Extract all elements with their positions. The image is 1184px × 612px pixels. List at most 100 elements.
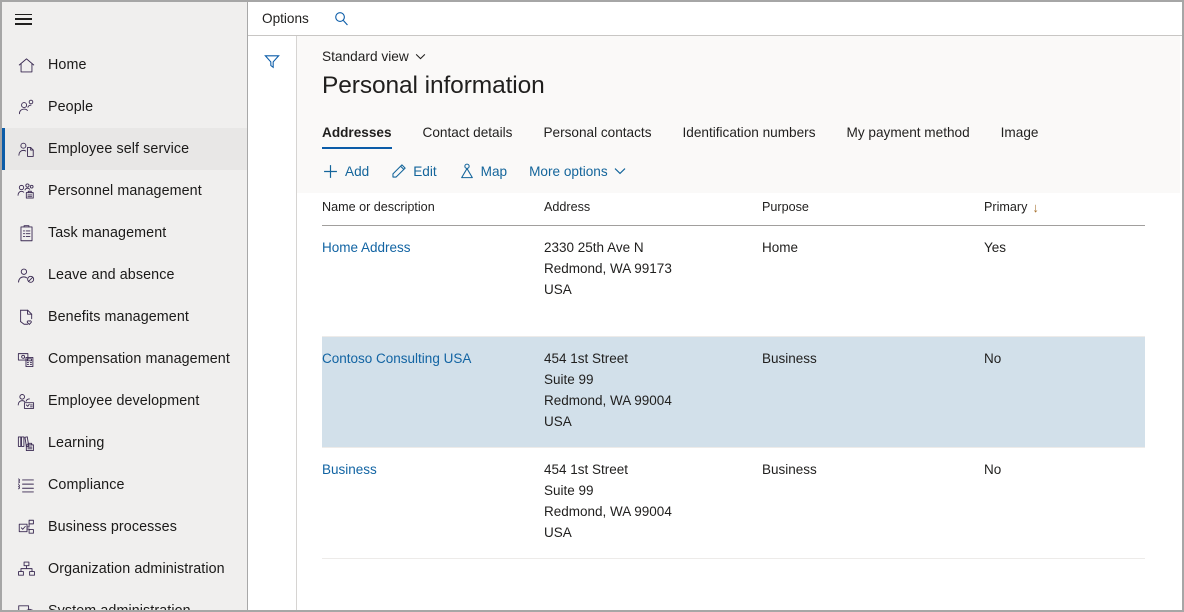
sidebar-item-label: Personnel management: [48, 183, 202, 199]
table-row[interactable]: Home Address 2330 25th Ave N Redmond, WA 9…: [322, 226, 1145, 337]
address-name-link[interactable]: Contoso Consulting USA: [322, 351, 471, 366]
plus-icon: [322, 163, 339, 180]
cell-name: Business: [322, 459, 544, 558]
sidebar-item-label: Compliance: [48, 477, 125, 493]
sidebar-item-learning[interactable]: Learning: [2, 422, 247, 464]
cell-name: Home Address: [322, 237, 544, 336]
grid-body: Home Address 2330 25th Ave N Redmond, WA 9…: [322, 226, 1145, 559]
address-line: Redmond, WA 99173: [544, 261, 672, 276]
sidebar-item-label: Organization administration: [48, 561, 225, 577]
address-line: USA: [544, 414, 572, 429]
sidebar-item-label: Task management: [48, 225, 167, 241]
filter-funnel-icon[interactable]: [263, 52, 281, 610]
chevron-down-icon: [614, 167, 626, 175]
hamburger-menu-icon: [15, 13, 32, 25]
view-selector-label: Standard view: [322, 49, 409, 64]
tab-contact-details[interactable]: Contact details: [423, 125, 513, 149]
sidebar-item-leave-and-absence[interactable]: Leave and absence: [2, 254, 247, 296]
address-line: Redmond, WA 99004: [544, 504, 672, 519]
sidebar-item-label: System administration: [48, 603, 191, 610]
toolbar-button-label: More options: [529, 163, 608, 179]
command-bar: Options: [248, 2, 1182, 36]
tab-my-payment-method[interactable]: My payment method: [847, 125, 970, 149]
sidebar-item-employee-self-service[interactable]: Employee self service: [2, 128, 247, 170]
grid-column-header[interactable]: Name or description: [322, 200, 544, 214]
table-row[interactable]: Business 454 1st Street Suite 99 Redmond, W…: [322, 448, 1145, 559]
view-selector[interactable]: Standard view: [322, 49, 426, 64]
more-options-button[interactable]: More options: [529, 164, 626, 179]
page-title: Personal information: [322, 72, 545, 99]
grid-column-header[interactable]: Purpose: [762, 200, 984, 214]
table-row[interactable]: Contoso Consulting USA 454 1st Street Suit…: [322, 337, 1145, 448]
sidebar-item-label: Employee development: [48, 393, 200, 409]
toolbar-button-label: Map: [480, 163, 508, 179]
navigation-sidebar: Home People Employee self service Personnel…: [2, 2, 248, 610]
chevron-down-icon: [415, 53, 426, 60]
address-name-link[interactable]: Home Address: [322, 240, 411, 255]
cell-address: 454 1st Street Suite 99 Redmond, WA 99004 U…: [544, 348, 762, 447]
sidebar-item-organization-administration[interactable]: Organization administration: [2, 548, 247, 590]
sidebar-item-business-processes[interactable]: Business processes: [2, 506, 247, 548]
tab-addresses[interactable]: Addresses: [322, 125, 392, 149]
checklist-icon: [15, 474, 37, 496]
sidebar-item-employee-development[interactable]: Employee development: [2, 380, 247, 422]
shield-monitor-icon: [15, 600, 37, 610]
cell-address: 2330 25th Ave N Redmond, WA 99173 USA: [544, 237, 762, 336]
map-pin-icon: [459, 163, 475, 180]
grid-header-row: Name or description Address Purpose Primary…: [322, 193, 1145, 226]
page-body: Standard view Personal information Addre…: [248, 36, 1182, 610]
cell-address: 454 1st Street Suite 99 Redmond, WA 99004 U…: [544, 459, 762, 558]
sidebar-item-home[interactable]: Home: [2, 44, 247, 86]
address-grid: Name or description Address Purpose Primary…: [322, 193, 1145, 559]
address-line: USA: [544, 525, 572, 540]
sidebar-item-compensation-management[interactable]: Compensation management: [2, 338, 247, 380]
tab-personal-contacts[interactable]: Personal contacts: [543, 125, 651, 149]
add-button[interactable]: Add: [322, 163, 369, 180]
address-line: Redmond, WA 99004: [544, 393, 672, 408]
filter-rail: [248, 36, 297, 610]
hierarchy-icon: [15, 558, 37, 580]
edit-button[interactable]: Edit: [391, 163, 437, 179]
grid-column-header[interactable]: Address: [544, 200, 762, 214]
sidebar-item-compliance[interactable]: Compliance: [2, 464, 247, 506]
address-line: 454 1st Street: [544, 462, 629, 477]
home-icon: [15, 54, 37, 76]
grid-column-header[interactable]: Primary ↓: [984, 200, 1145, 214]
address-line: 454 1st Street: [544, 351, 629, 366]
cell-purpose: Business: [762, 462, 817, 477]
sidebar-nav-list: Home People Employee self service Personnel…: [2, 36, 247, 610]
books-icon: [15, 432, 37, 454]
search-icon[interactable]: [329, 6, 355, 32]
main-region: Options Standard view Personal informati…: [248, 2, 1182, 610]
hamburger-menu-button[interactable]: [2, 2, 247, 36]
address-line: Suite 99: [544, 483, 594, 498]
person-growth-icon: [15, 390, 37, 412]
grid-container: Name or description Address Purpose Primary…: [297, 193, 1182, 610]
sidebar-item-benefits-management[interactable]: Benefits management: [2, 296, 247, 338]
address-line: Suite 99: [544, 372, 594, 387]
sidebar-item-label: Learning: [48, 435, 105, 451]
sidebar-item-system-administration[interactable]: System administration: [2, 590, 247, 610]
map-button[interactable]: Map: [459, 163, 507, 180]
sidebar-item-label: Home: [48, 57, 87, 73]
sidebar-item-personnel-management[interactable]: Personnel management: [2, 170, 247, 212]
sort-arrow-icon: ↓: [1032, 199, 1039, 215]
grid-column-label: Purpose: [762, 200, 809, 214]
document-heart-icon: [15, 306, 37, 328]
person-icon: [15, 96, 37, 118]
application-window: Home People Employee self service Personnel…: [0, 0, 1184, 612]
cell-purpose: Business: [762, 351, 817, 366]
person-page-icon: [15, 138, 37, 160]
sidebar-item-label: People: [48, 99, 94, 115]
sidebar-item-task-management[interactable]: Task management: [2, 212, 247, 254]
options-menu-button[interactable]: Options: [262, 11, 309, 26]
tab-image[interactable]: Image: [1001, 125, 1039, 149]
pencil-icon: [391, 163, 407, 179]
grid-column-label: Name or description: [322, 200, 435, 214]
action-toolbar: Add Edit Map More options: [297, 149, 1180, 193]
tab-identification-numbers[interactable]: Identification numbers: [683, 125, 816, 149]
sidebar-item-people[interactable]: People: [2, 86, 247, 128]
address-line: 2330 25th Ave N: [544, 240, 644, 255]
address-name-link[interactable]: Business: [322, 462, 377, 477]
address-line: USA: [544, 282, 572, 297]
